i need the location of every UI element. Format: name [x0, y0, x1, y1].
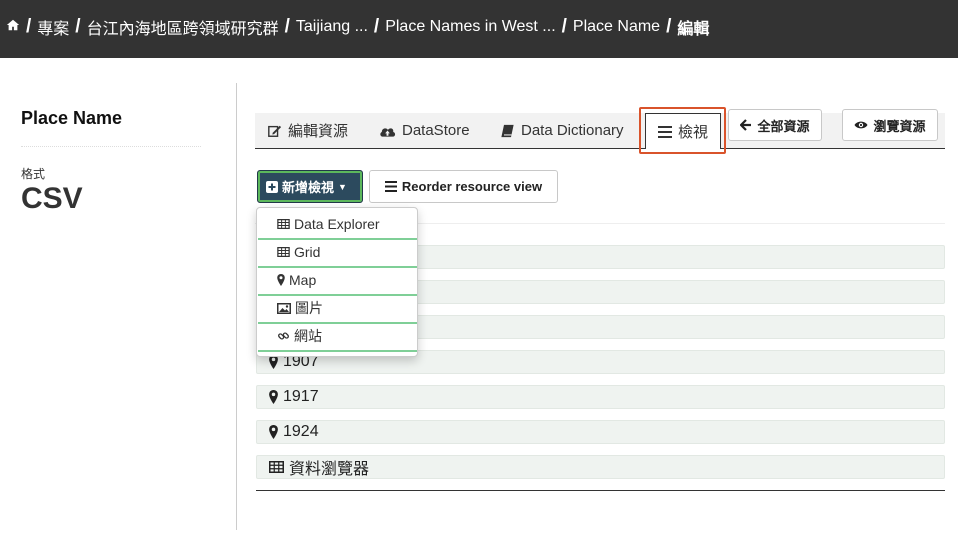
highlight-annotation — [639, 107, 726, 154]
dropdown-item-label: 網站 — [294, 328, 322, 344]
map-marker-icon — [269, 425, 278, 439]
cloud-upload-icon — [380, 127, 396, 137]
view-list-item-label: 1924 — [283, 423, 319, 440]
breadcrumb-separator: / — [666, 16, 672, 37]
sidebar-divider — [21, 146, 201, 147]
view-list-bottom-rule — [256, 490, 945, 491]
format-label: 格式 — [21, 167, 46, 181]
breadcrumb-separator: / — [373, 16, 380, 37]
dropdown-item-label: 圖片 — [295, 300, 323, 316]
tab-bar-underline — [255, 148, 945, 149]
image-icon — [277, 302, 291, 314]
tab-data-dictionary-label: Data Dictionary — [521, 122, 624, 139]
dropdown-item-grid[interactable]: Grid — [257, 239, 417, 265]
dropdown-item-image[interactable]: 圖片 — [257, 295, 417, 321]
breadcrumb: / 專案 / 台江內海地區跨領域研究群 / Taijiang ... / Pla… — [0, 0, 958, 58]
view-list-item[interactable]: 1924 — [256, 420, 945, 444]
dropdown-item-website[interactable]: 網站 — [257, 323, 417, 349]
link-icon — [278, 332, 289, 340]
view-list-item[interactable]: 資料瀏覽器 — [256, 455, 945, 479]
dropdown-item-label: Grid — [294, 244, 321, 260]
breadcrumb-separator: / — [26, 16, 32, 37]
breadcrumb-edit[interactable]: 編輯 — [677, 15, 709, 39]
tab-data-dictionary[interactable]: Data Dictionary — [500, 113, 624, 148]
breadcrumb-separator: / — [561, 16, 567, 37]
dropdown-divider — [258, 350, 417, 352]
breadcrumb-projects[interactable]: 專案 — [37, 15, 69, 39]
tab-datastore[interactable]: DataStore — [379, 113, 470, 148]
view-resource-button[interactable]: 瀏覽資源 — [842, 109, 938, 141]
reorder-views-button[interactable]: Reorder resource view — [369, 170, 558, 203]
all-resources-label: 全部資源 — [757, 118, 810, 134]
arrow-left-icon — [740, 119, 752, 131]
view-list-item-label: 資料瀏覽器 — [289, 461, 370, 478]
plus-square-icon — [266, 180, 278, 193]
book-icon — [501, 124, 514, 137]
view-list-item[interactable]: 1917 — [256, 385, 945, 409]
dropdown-item-data-explorer[interactable]: Data Explorer — [257, 211, 417, 237]
all-resources-button[interactable]: 全部資源 — [728, 109, 822, 141]
dropdown-item-map[interactable]: Map — [257, 267, 417, 293]
resource-title: Place Name — [21, 108, 123, 128]
breadcrumb-organization[interactable]: 台江內海地區跨領域研究群 — [87, 15, 279, 39]
breadcrumb-separator: / — [284, 16, 290, 37]
eye-icon — [854, 121, 868, 129]
map-marker-icon — [269, 355, 278, 369]
column-divider — [236, 83, 237, 530]
tab-edit-resource-label: 編輯資源 — [288, 123, 349, 140]
view-resource-label: 瀏覽資源 — [873, 118, 926, 134]
format-value: CSV — [21, 182, 83, 215]
tab-datastore-label: DataStore — [402, 122, 470, 139]
edit-icon — [268, 125, 282, 137]
breadcrumb-resource[interactable]: Place Name — [573, 18, 660, 36]
map-marker-icon — [277, 274, 285, 286]
table-icon — [277, 219, 290, 229]
dropdown-item-label: Map — [289, 272, 317, 288]
new-view-dropdown: Data Explorer Grid Map 圖片 網站 — [256, 207, 418, 357]
table-icon — [269, 461, 284, 473]
caret-down-icon: ▼ — [338, 181, 347, 192]
view-list-item-label: 1917 — [283, 388, 319, 405]
home-link[interactable] — [6, 18, 20, 37]
dropdown-item-label: Data Explorer — [294, 216, 380, 232]
home-icon — [6, 19, 20, 30]
grid-icon — [277, 247, 290, 257]
breadcrumb-separator: / — [75, 16, 81, 37]
list-icon — [384, 181, 397, 192]
breadcrumb-dataset-group[interactable]: Taijiang ... — [296, 18, 368, 36]
tab-edit-resource[interactable]: 編輯資源 — [267, 113, 348, 148]
map-marker-icon — [269, 390, 278, 404]
reorder-views-label: Reorder resource view — [401, 179, 543, 194]
new-view-label: 新增檢視 — [282, 180, 335, 195]
breadcrumb-dataset[interactable]: Place Names in West ... — [385, 18, 555, 36]
new-view-button[interactable]: 新增檢視 ▼ — [257, 170, 363, 203]
